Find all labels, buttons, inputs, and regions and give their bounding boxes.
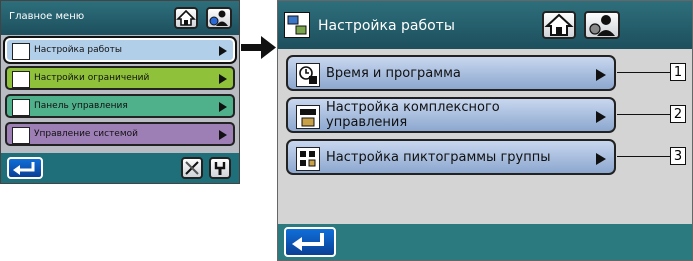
operation-settings-header: Настройка работы [278,1,692,49]
arrow-right-icon [219,74,227,84]
user-settings-icon [589,15,615,36]
callout-line [617,114,670,115]
arrow-right-icon [219,46,227,56]
callout-line [617,156,670,157]
home-icon [544,13,574,36]
system-icon [12,127,30,144]
callout-line [617,72,670,73]
page-title: Настройка работы [318,18,455,34]
clock-icon [296,63,320,87]
operation-settings-panel: Настройка работы Время и программа Настр… [277,0,693,261]
callout-3: 3 [670,147,686,165]
maintenance-icon [185,161,199,175]
operation-settings-footer [278,224,692,260]
return-icon [292,233,324,251]
callout-1: 1 [670,63,686,81]
arrow-right-icon [596,69,606,81]
callout-2: 2 [670,105,686,123]
menu-item-system-management[interactable]: Управление системой [5,122,235,146]
menu-item-label: Панель управления [34,101,128,111]
arrow-right-icon [219,130,227,140]
menu-item-label: Настройка пиктограммы группы [326,150,551,165]
back-button[interactable] [7,157,43,179]
settings-icon [12,43,30,60]
main-menu-panel: Главное меню Настройка работы Настройки … [0,0,240,184]
menu-item-time-program[interactable]: Время и программа [286,55,616,91]
panel-icon [12,99,30,116]
return-icon [13,162,35,175]
menu-item-operation-settings[interactable]: Настройка работы [5,38,235,62]
transition-arrow [241,36,276,59]
arrow-right-icon [596,153,606,165]
menu-item-label: Настройка работы [34,45,122,55]
main-menu-title: Главное меню [9,11,85,22]
main-menu-header: Главное меню [1,1,239,35]
menu-item-label: Настройки ограничений [34,73,150,83]
menu-item-label: Настройка комплексного [326,100,500,115]
home-button[interactable] [174,7,198,29]
wrench-icon [214,162,226,175]
menu-item-label: Время и программа [326,66,461,81]
user-settings-button[interactable] [206,7,232,29]
group-icon [296,147,320,171]
restriction-icon [12,71,30,88]
main-menu-footer [1,153,239,183]
menu-item-control-panel[interactable]: Панель управления [5,94,235,118]
home-button[interactable] [542,11,576,39]
user-settings-button[interactable] [584,11,620,39]
menu-item-group-icon-settings[interactable]: Настройка пиктограммы группы [286,139,616,175]
arrow-right-icon [219,102,227,112]
menu-item-label: Управление системой [34,129,138,139]
menu-item-label-line2: управления [326,115,408,130]
complex-control-icon [296,105,320,129]
menu-item-complex-control[interactable]: Настройка комплексного управления [286,97,616,133]
home-icon [176,9,196,26]
arrow-right-icon [596,111,606,123]
settings-icon [284,12,310,38]
maintenance-button[interactable] [181,157,203,179]
tool-button[interactable] [209,157,231,179]
menu-item-restriction-settings[interactable]: Настройки ограничений [5,66,235,90]
back-button[interactable] [284,227,336,257]
user-settings-icon [209,10,228,26]
